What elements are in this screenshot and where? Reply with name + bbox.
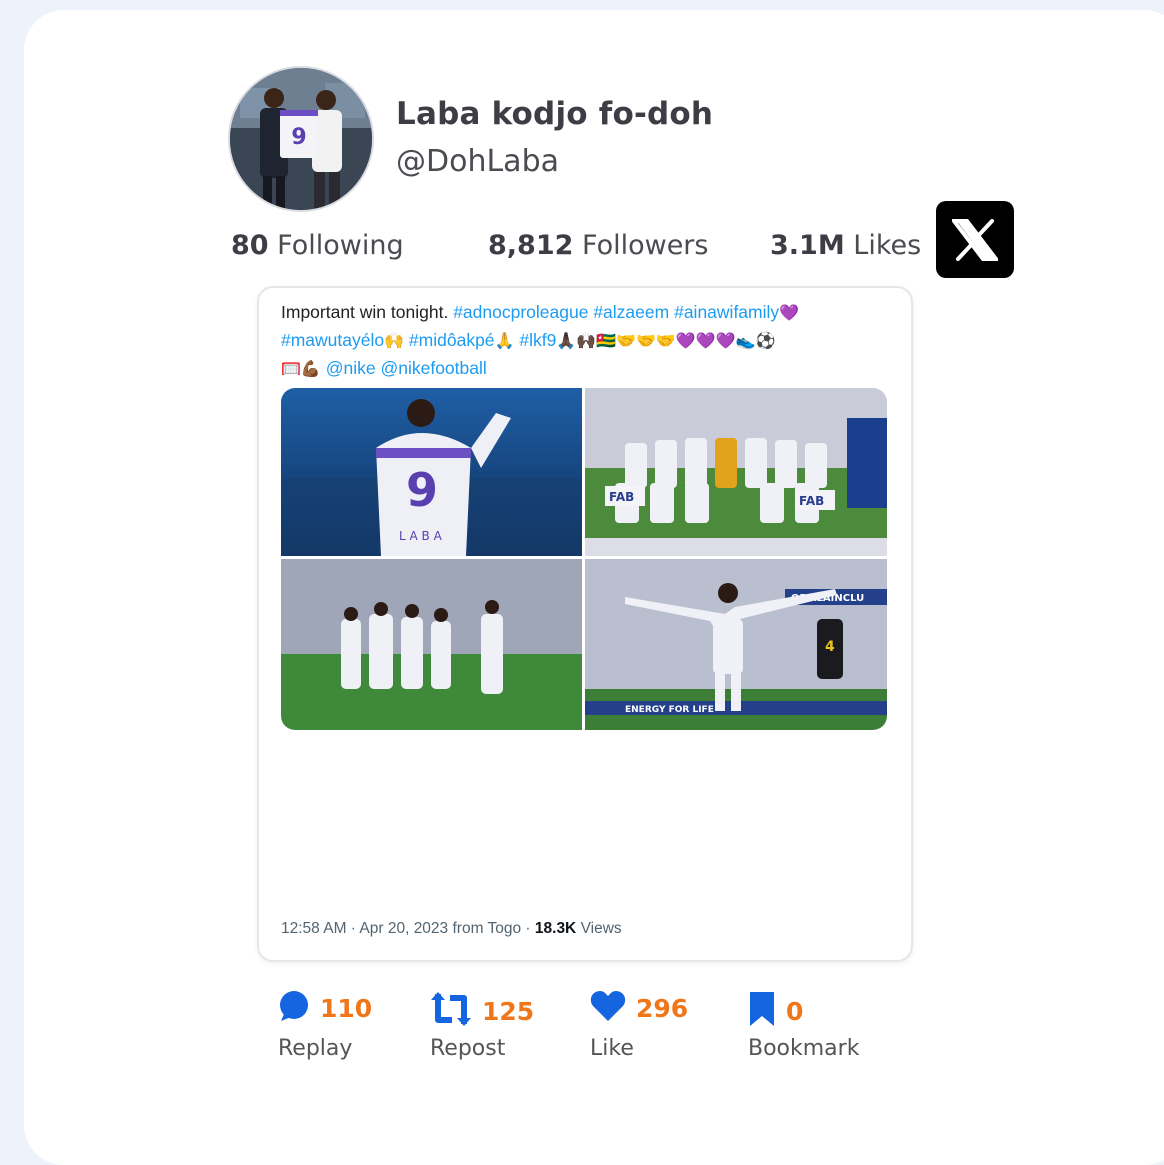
- svg-text:4: 4: [825, 639, 835, 655]
- svg-text:ENERGY FOR LIFE: ENERGY FOR LIFE: [625, 705, 714, 715]
- hashtag-link[interactable]: #adnocproleague: [453, 302, 588, 322]
- like-button[interactable]: 296 Like: [590, 990, 689, 1061]
- tweet-text: Important win tonight. #adnocproleague #…: [281, 299, 891, 383]
- svg-text:9: 9: [406, 463, 438, 517]
- repost-icon: [430, 990, 472, 1032]
- bookmark-label: Bookmark: [748, 1036, 860, 1061]
- repost-label: Repost: [430, 1036, 506, 1061]
- bookmark-button[interactable]: 0 Bookmark: [748, 990, 859, 1061]
- mention-link[interactable]: @nikefootball: [380, 358, 486, 378]
- emoji-text: 🙏: [494, 333, 515, 350]
- hashtag-link[interactable]: #midôakpé: [409, 330, 495, 350]
- repost-count: 125: [482, 996, 535, 1026]
- following-label: Following: [277, 230, 404, 261]
- like-label: Like: [590, 1036, 634, 1061]
- tweet-text-intro: Important win tonight.: [281, 302, 449, 322]
- likes-label: Likes: [853, 230, 922, 261]
- x-logo-icon[interactable]: [936, 201, 1014, 278]
- comment-icon: [278, 990, 310, 1026]
- tweet-card[interactable]: Important win tonight. #adnocproleague #…: [257, 286, 913, 962]
- tweet-media-grid: 9 L A B A FAB FAB ENERGY FOR LIFE OP.ALA…: [281, 388, 887, 730]
- heart-icon: [590, 990, 626, 1026]
- svg-text:FAB: FAB: [609, 490, 634, 504]
- timestamp-text: 12:58 AM · Apr 20, 2023 from Togo ·: [281, 920, 535, 937]
- reply-label: Replay: [278, 1036, 353, 1061]
- mention-link[interactable]: @nike: [326, 358, 376, 378]
- hashtag-link[interactable]: #lkf9: [519, 330, 556, 350]
- photo-goal-celebration[interactable]: ENERGY FOR LIFE OP.ALAINCLU 4: [585, 559, 887, 730]
- emoji-text: 🥅💪🏾: [281, 361, 321, 378]
- likes-stat: 3.1M Likes: [770, 230, 921, 261]
- like-count: 296: [636, 993, 689, 1023]
- emoji-text: 💜: [779, 305, 800, 322]
- svg-text:FAB: FAB: [799, 494, 824, 508]
- bookmark-icon: [748, 990, 776, 1032]
- repost-button[interactable]: 125 Repost: [430, 990, 535, 1061]
- svg-text:9: 9: [291, 125, 306, 150]
- followers-stat[interactable]: 8,812 Followers: [488, 230, 708, 261]
- followers-label: Followers: [582, 230, 709, 261]
- following-count: 80: [231, 230, 269, 261]
- following-stat[interactable]: 80 Following: [231, 230, 404, 261]
- photo-group-celebration[interactable]: [281, 559, 582, 730]
- svg-text:L A B A: L A B A: [399, 529, 443, 543]
- followers-count: 8,812: [488, 230, 574, 261]
- emoji-text: 🙏🏿🙌🏿🇹🇬🤝🤝🤝💜💜💜👟⚽: [556, 333, 776, 350]
- views-count: 18.3K: [534, 920, 577, 937]
- profile-handle[interactable]: @DohLaba: [396, 144, 559, 179]
- tweet-timestamp: 12:58 AM · Apr 20, 2023 from Togo · 18.3…: [281, 920, 622, 938]
- photo-team-lineup[interactable]: FAB FAB: [585, 388, 887, 556]
- likes-count: 3.1M: [770, 230, 845, 261]
- hashtag-link[interactable]: #ainawifamily: [674, 302, 779, 322]
- reply-count: 110: [320, 993, 373, 1023]
- photo-player-celebration[interactable]: 9 L A B A: [281, 388, 582, 556]
- hashtag-link[interactable]: #alzaeem: [593, 302, 669, 322]
- views-label: Views: [576, 920, 622, 937]
- hashtag-link[interactable]: #mawutayélo: [281, 330, 384, 350]
- avatar[interactable]: 9: [228, 66, 374, 212]
- reply-button[interactable]: 110 Replay: [278, 990, 373, 1061]
- profile-name: Laba kodjo fo-doh: [396, 96, 714, 132]
- bookmark-count: 0: [786, 996, 804, 1026]
- emoji-text: 🙌: [384, 333, 405, 350]
